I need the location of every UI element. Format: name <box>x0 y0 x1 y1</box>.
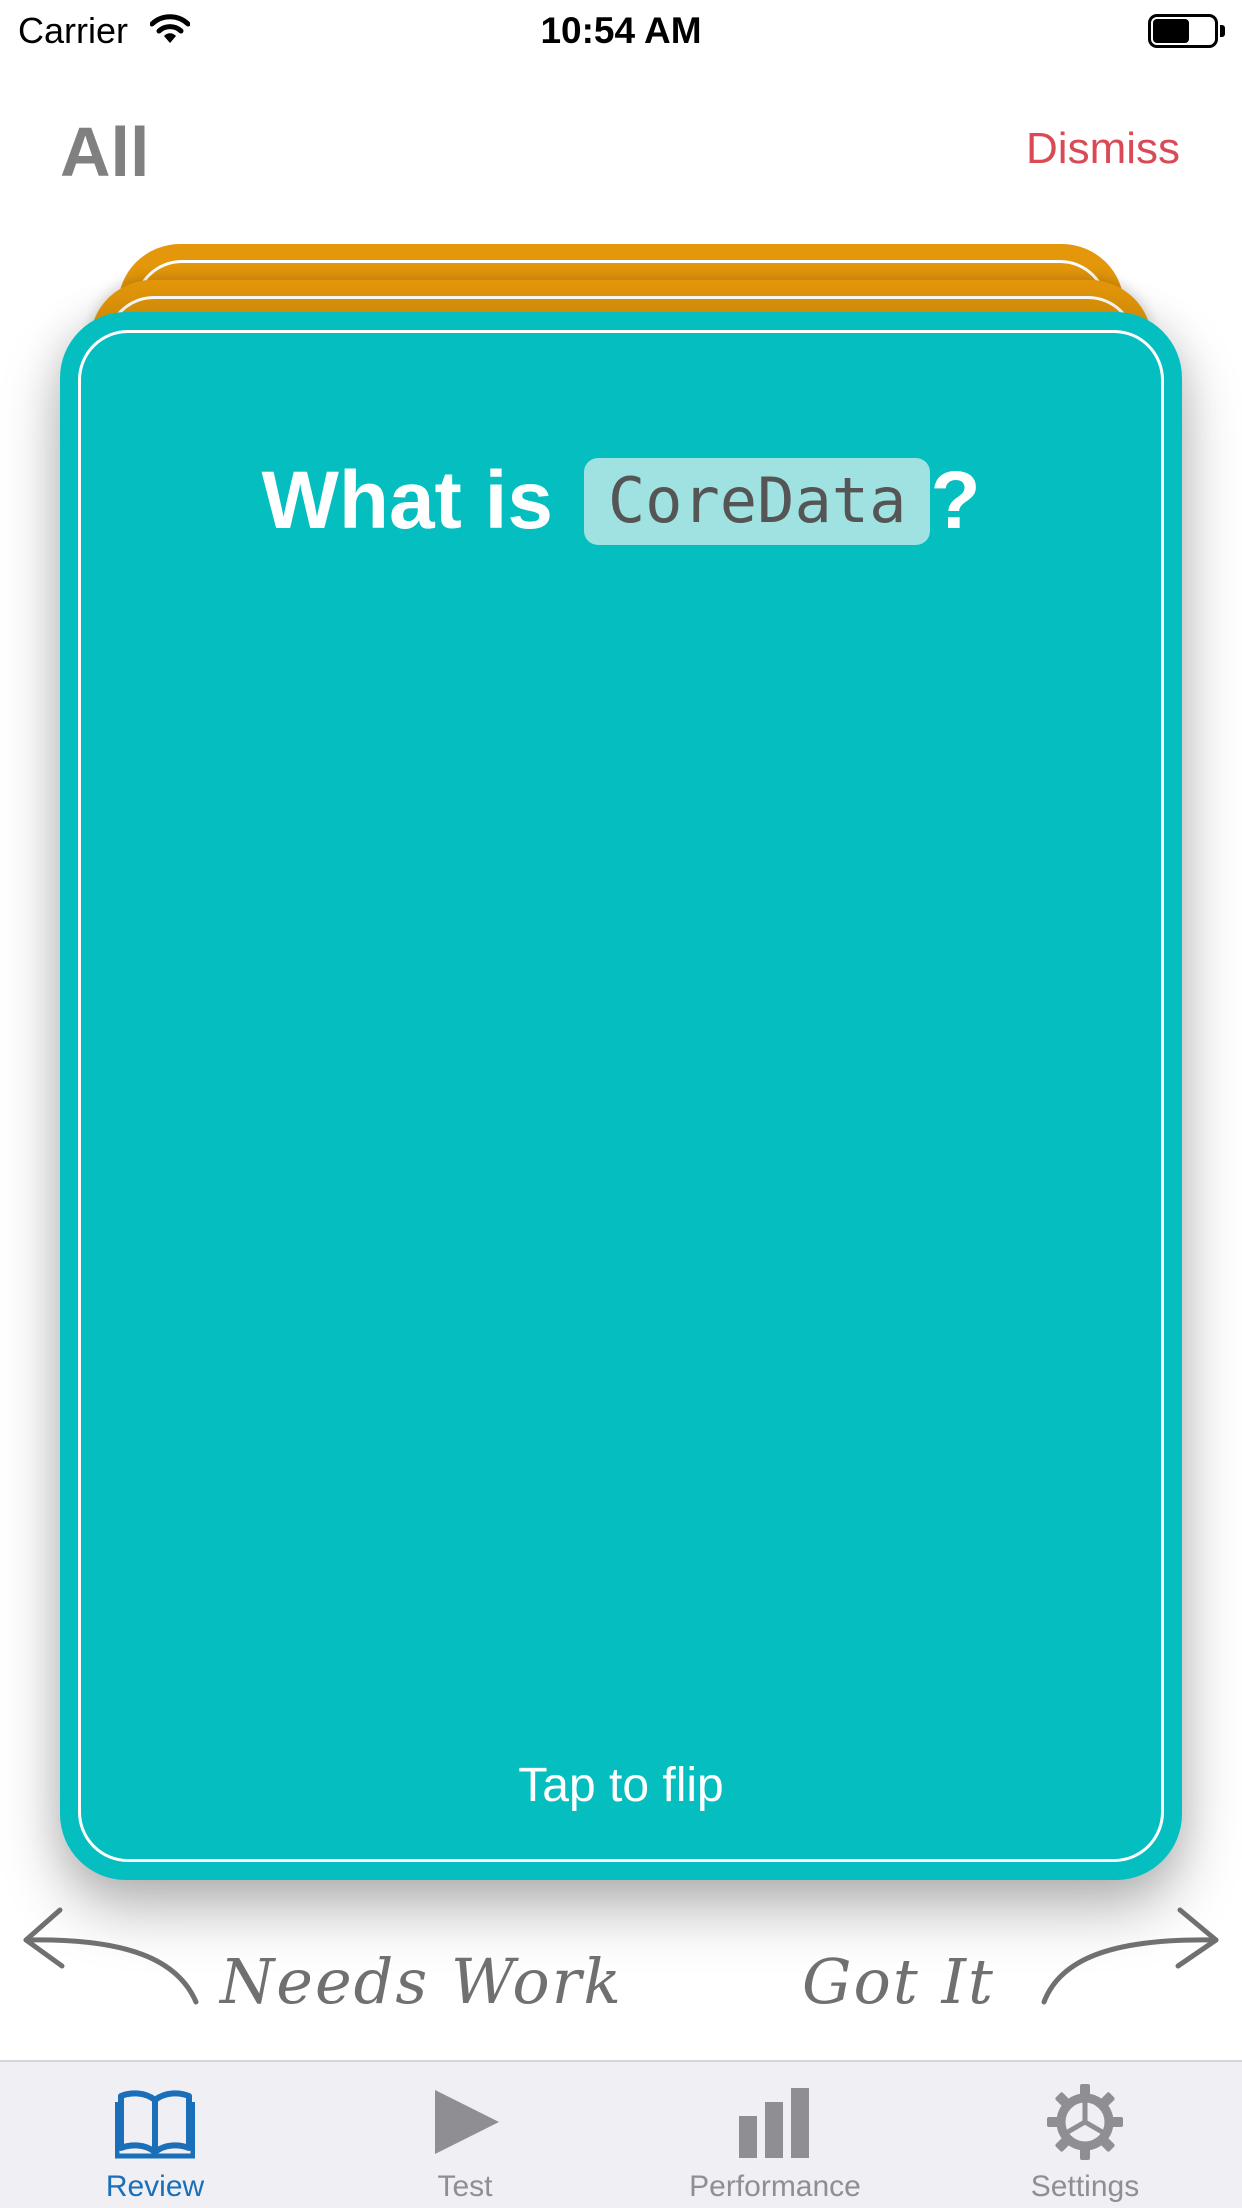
tab-label: Settings <box>1030 2170 1140 2203</box>
tab-label: Performance <box>689 2170 861 2203</box>
status-bar: Carrier 10:54 AM <box>0 0 1242 62</box>
question-suffix: ? <box>930 455 981 546</box>
clock: 10:54 AM <box>540 10 702 51</box>
tab-label: Test <box>437 2170 493 2203</box>
tab-settings[interactable]: Settings <box>930 2062 1240 2208</box>
flashcard[interactable]: What is CoreData? Tap to flip <box>60 312 1182 1880</box>
tab-test[interactable]: Test <box>310 2062 620 2208</box>
book-icon <box>114 2082 196 2162</box>
gear-icon <box>1045 2082 1125 2162</box>
battery-icon <box>1148 14 1225 48</box>
dismiss-button[interactable]: Dismiss <box>1026 124 1180 174</box>
bar-chart-icon <box>735 2082 815 2162</box>
got-it-label: Got It <box>802 1945 995 2018</box>
code-term: CoreData <box>583 458 931 545</box>
swipe-left-arrow-icon <box>18 1900 208 2015</box>
play-icon <box>425 2082 505 2162</box>
card-question: What is CoreData? <box>60 454 1182 548</box>
needs-work-label: Needs Work <box>220 1945 623 2018</box>
tab-review[interactable]: Review <box>0 2062 310 2208</box>
page-title: All <box>60 113 150 191</box>
tap-to-flip-hint: Tap to flip <box>518 1759 724 1812</box>
swipe-right-arrow-icon <box>1040 1900 1230 2015</box>
tab-bar: Review Test Performance Settings <box>0 2060 1242 2208</box>
question-prefix: What is <box>261 455 576 546</box>
tab-label: Review <box>105 2170 205 2203</box>
tab-performance[interactable]: Performance <box>620 2062 930 2208</box>
